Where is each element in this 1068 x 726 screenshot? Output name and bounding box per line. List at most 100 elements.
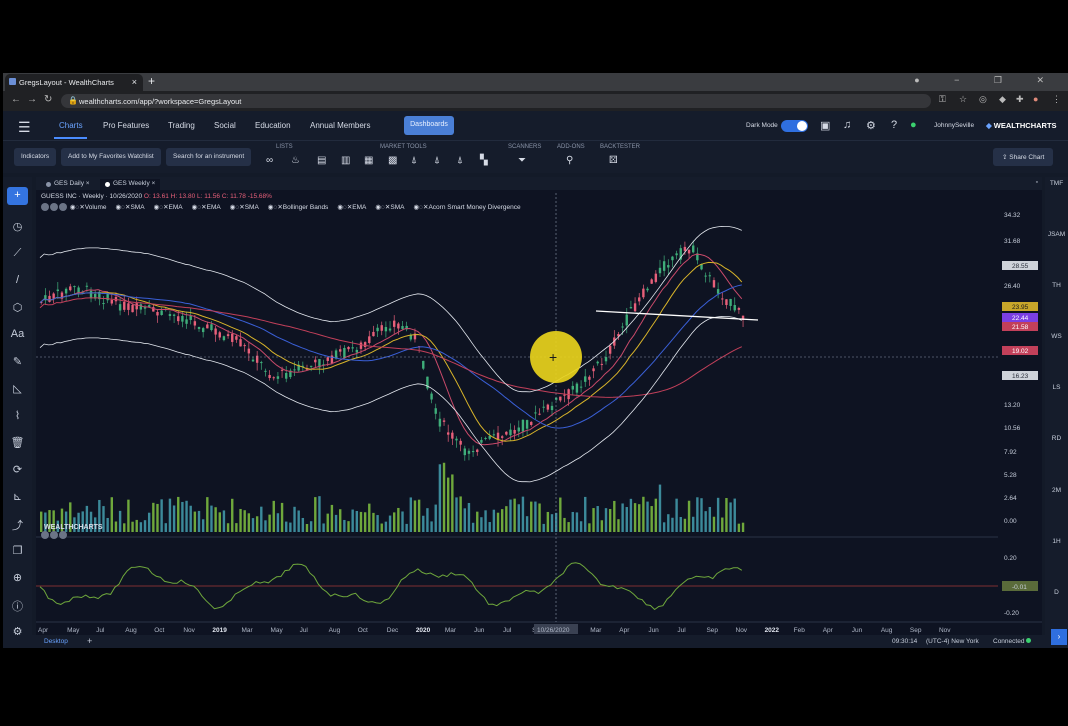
url-field[interactable]: 🔒 wealthcharts.com/app/?workspace=GregsL… [61, 94, 931, 108]
close-tab-icon[interactable]: × [132, 77, 137, 87]
volume-bar [704, 511, 707, 532]
osc-visibility-icon[interactable] [41, 531, 49, 539]
nav-trading[interactable]: Trading [168, 121, 195, 130]
new-tab-icon[interactable]: + [148, 74, 155, 88]
alert-2-icon[interactable]: ⍋ [434, 155, 440, 166]
help-icon[interactable]: ? [891, 119, 897, 131]
candle-body [272, 377, 275, 379]
puzzle-icon[interactable]: ✚ [1016, 94, 1024, 105]
timeframe-tmf[interactable]: TMF [1045, 180, 1068, 187]
dark-mode-toggle[interactable] [781, 120, 808, 132]
candle-body [471, 451, 475, 453]
trend-line-icon[interactable]: ⟋ [3, 247, 32, 260]
chart-panel[interactable]: GES Daily × GES Weekly × ▫ GUESS INC · W… [36, 177, 1042, 639]
nav-social[interactable]: Social [214, 121, 236, 130]
volume-bar [692, 516, 695, 532]
favorites-watchlist-button[interactable]: Add to My Favorites Watchlist [61, 148, 161, 166]
forward-icon[interactable]: → [27, 94, 37, 105]
refresh-icon[interactable]: ⟳ [3, 463, 32, 476]
alert-3-icon[interactable]: ⍋ [457, 155, 463, 166]
volume-bar [164, 523, 167, 532]
timeframe-rd[interactable]: RD [1045, 435, 1068, 442]
add-layout-icon[interactable]: + [87, 636, 92, 646]
volume-bar [135, 519, 138, 532]
line-icon[interactable]: / [3, 274, 32, 286]
save-icon[interactable]: ▣ [820, 119, 830, 132]
ruler-icon[interactable]: ⌇ [3, 409, 32, 422]
expand-panel-icon[interactable]: › [1051, 629, 1067, 645]
qr-icon[interactable]: ▚ [480, 155, 488, 166]
osc-close-icon[interactable] [59, 531, 67, 539]
timezone[interactable]: (UTC-4) New York [926, 638, 979, 645]
extension-icon-2[interactable]: ◆ [999, 94, 1006, 105]
candle-body [268, 374, 271, 379]
volume-bar [393, 512, 396, 532]
group-market-tools-label: MARKET TOOLS [380, 144, 427, 150]
reload-icon[interactable]: ↻ [44, 94, 52, 105]
volume-bar [509, 499, 512, 532]
indicators-button[interactable]: Indicators [14, 148, 57, 166]
hamburger-icon[interactable]: ☰ [18, 119, 31, 136]
key-icon[interactable]: ⚿ [939, 94, 946, 105]
calendar-icon[interactable]: ▦ [364, 155, 373, 166]
nav-charts[interactable]: Charts [59, 121, 83, 130]
dashboards-button[interactable]: Dashboards [404, 116, 454, 135]
backtester-icon[interactable]: ⚄ [609, 155, 618, 166]
grid-icon[interactable]: ▩ [388, 155, 397, 166]
measure-icon[interactable]: ◺ [3, 382, 32, 395]
chart-icon[interactable]: ⊾ [3, 490, 32, 503]
clock-icon[interactable]: ◷ [3, 220, 32, 233]
candle-body [118, 304, 122, 311]
chart-bars-icon[interactable]: ▥ [341, 155, 350, 166]
alert-icon[interactable]: ⍋ [411, 155, 417, 166]
nav-education[interactable]: Education [255, 121, 291, 130]
candle-body [52, 293, 55, 299]
timeframe-d[interactable]: D [1045, 589, 1068, 596]
crosshair-icon[interactable]: ⊕ [3, 571, 32, 584]
browser-tab[interactable]: GregsLayout - WealthCharts × [5, 74, 143, 91]
share-chart-button[interactable]: ⇪ Share Chart [993, 148, 1053, 166]
news-icon[interactable]: ▤ [317, 155, 326, 166]
candle-body [160, 310, 163, 315]
candle-body [650, 279, 653, 284]
timeframe-1h[interactable]: 1H [1045, 538, 1068, 545]
timeframe-2m[interactable]: 2M [1045, 487, 1068, 494]
window-controls[interactable]: ● − ❐ ✕ [914, 75, 1060, 86]
trash-icon[interactable]: 🗑 [3, 436, 32, 449]
desktop-layout-tab[interactable]: Desktop [44, 638, 68, 645]
flame-icon[interactable]: ♨ [291, 155, 300, 166]
star-icon[interactable]: ☆ [959, 94, 967, 105]
profile-avatar[interactable]: ● [1033, 94, 1038, 104]
timeframe-ws[interactable]: WS [1045, 333, 1068, 340]
candle-body [376, 327, 379, 332]
nav-annual-members[interactable]: Annual Members [310, 121, 370, 130]
price-chart-svg[interactable]: 34.32 31.68 26.40 13.20 10.56 7.92 5.28 2.64 0.0… [36, 177, 1042, 639]
extension-icon[interactable]: ◎ [979, 94, 987, 105]
osc-settings-icon[interactable] [50, 531, 58, 539]
add-icon[interactable]: + [7, 187, 28, 205]
search-instrument-button[interactable]: Search for an instrument [166, 148, 252, 166]
filter-icon[interactable]: ⏷ [518, 155, 526, 166]
time-axis-label: Aug [125, 627, 137, 634]
timeframe-ls[interactable]: LS [1045, 384, 1068, 391]
support-line[interactable] [595, 310, 759, 321]
text-icon[interactable]: Aa [3, 328, 32, 340]
info-icon[interactable]: ⓘ [3, 598, 32, 614]
addon-link-icon[interactable]: ⚲ [566, 155, 573, 166]
gear-icon[interactable]: ⚙ [866, 119, 876, 132]
username[interactable]: JohnnySeville [934, 122, 974, 129]
volume-bar [496, 512, 500, 532]
volume-bar [314, 497, 317, 532]
copy-icon[interactable]: ❐ [3, 544, 32, 557]
back-icon[interactable]: ← [11, 94, 21, 105]
timeframe-th[interactable]: TH [1045, 282, 1068, 289]
shapes-icon[interactable]: ⬡ [3, 301, 32, 314]
indicator-icon[interactable]: ⤴ [3, 517, 32, 533]
volume-bar [185, 500, 188, 532]
link-icon[interactable]: ∞ [266, 155, 273, 166]
menu-icon[interactable]: ⋮ [1052, 94, 1061, 105]
bell-icon[interactable]: ♫ [843, 119, 851, 131]
nav-pro-features[interactable]: Pro Features [103, 121, 149, 130]
pen-icon[interactable]: ✎ [3, 355, 32, 368]
timeframe-jsam[interactable]: JSAM [1045, 231, 1068, 238]
